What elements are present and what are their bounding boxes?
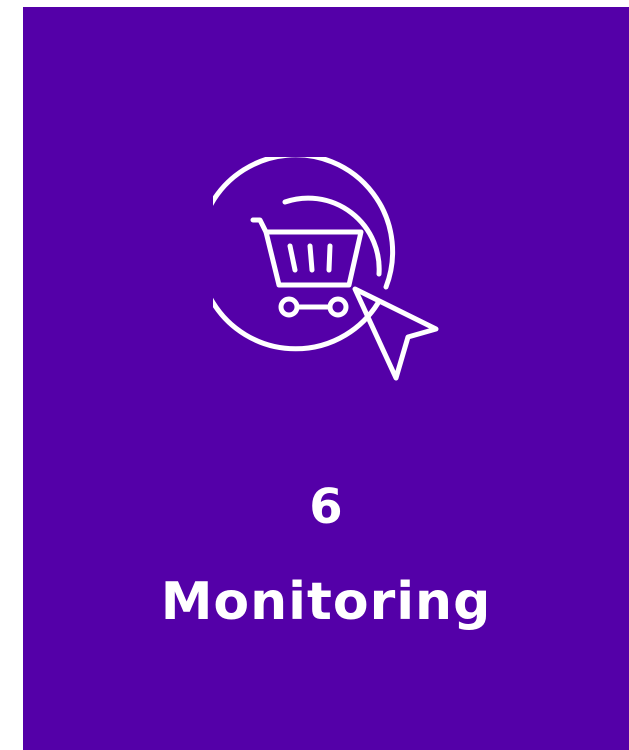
cursor-arrow-icon bbox=[352, 286, 439, 381]
inner-arc-icon bbox=[282, 195, 382, 277]
outer-ring-icon bbox=[213, 157, 396, 352]
cart-handle-icon bbox=[250, 217, 269, 235]
shopping-cart-click-icon bbox=[213, 157, 439, 381]
step-number: 6 bbox=[309, 479, 343, 535]
step-card: 6 Monitoring bbox=[23, 7, 629, 750]
step-title: Monitoring bbox=[160, 572, 492, 632]
